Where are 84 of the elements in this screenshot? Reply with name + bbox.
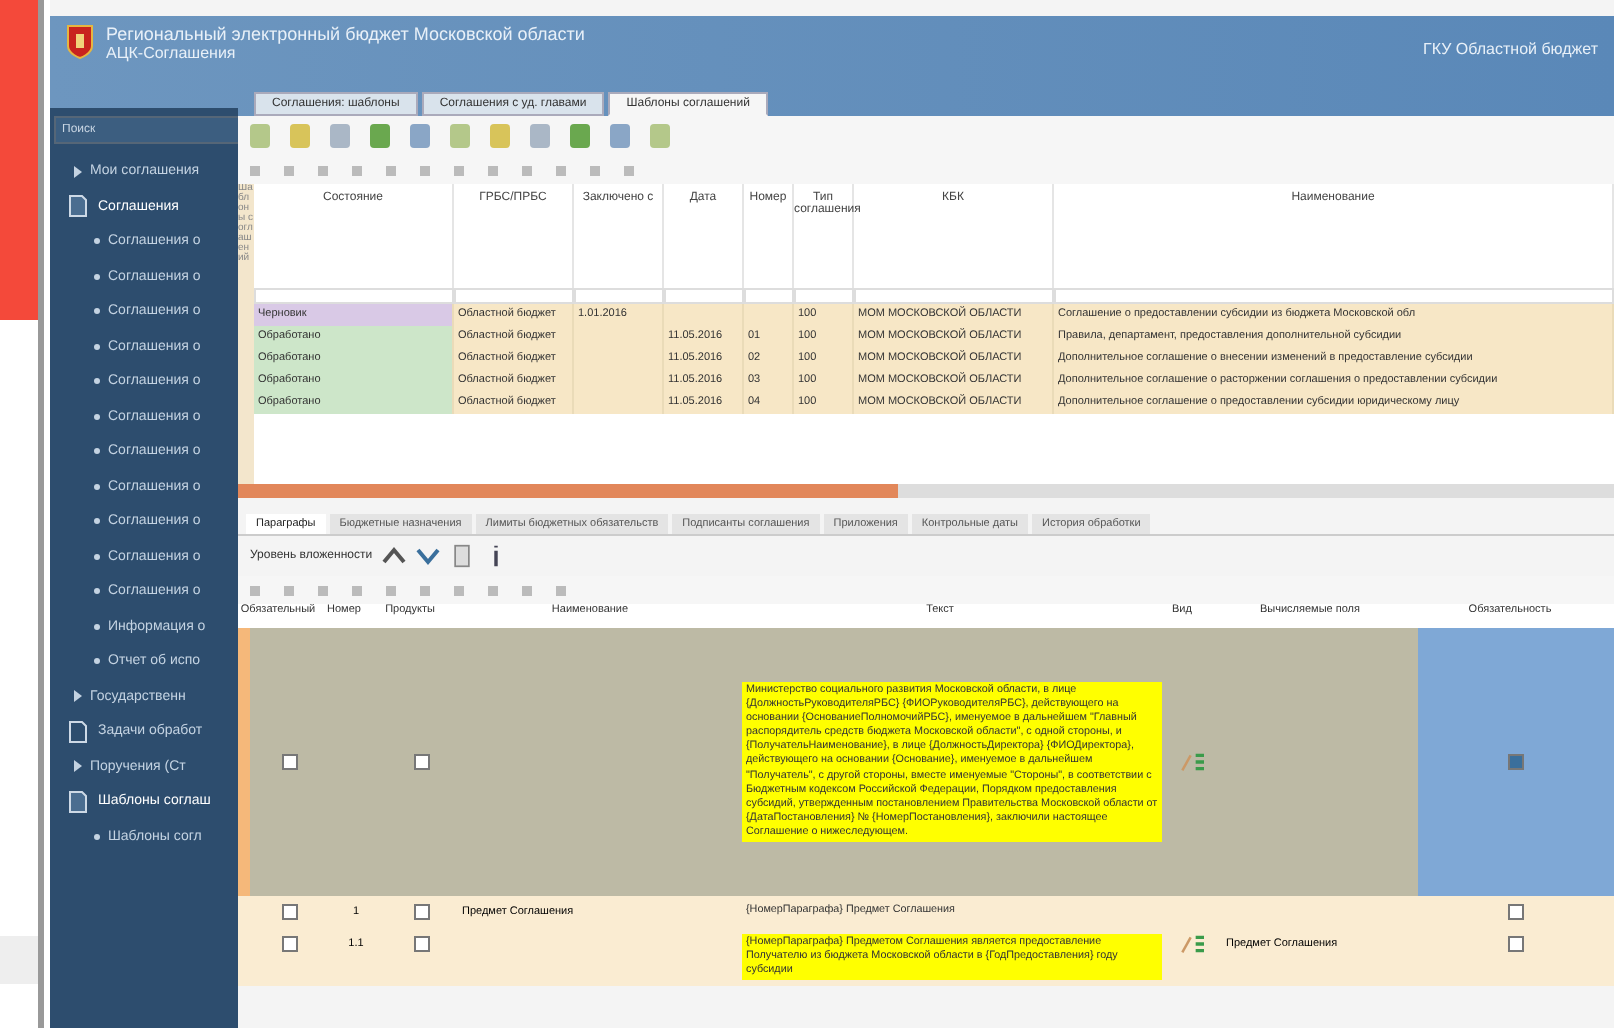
- filter-field[interactable]: [254, 288, 454, 304]
- bullet-icon: [94, 448, 100, 455]
- toolbar-icon[interactable]: [330, 124, 350, 148]
- table-row[interactable]: [238, 628, 1614, 896]
- document-icon: [66, 194, 90, 219]
- filter-field[interactable]: [854, 288, 1054, 304]
- bullet-icon: [94, 518, 100, 525]
- panel-block: [0, 936, 38, 984]
- app-title: Региональный электронный бюджет Московской области: [106, 24, 587, 44]
- filter-field[interactable]: [574, 288, 664, 304]
- toolbar-icon[interactable]: [556, 165, 566, 175]
- toolbar-icon[interactable]: [386, 585, 396, 595]
- filter-field[interactable]: [454, 288, 574, 304]
- checkbox[interactable]: [282, 936, 298, 952]
- toolbar-icon[interactable]: [488, 165, 498, 175]
- toolbar-icon[interactable]: [250, 165, 260, 175]
- toolbar-icon[interactable]: [650, 124, 670, 148]
- bullet-icon: [94, 553, 100, 560]
- toolbar-icon[interactable]: [290, 124, 310, 148]
- toolbar-icon[interactable]: [570, 124, 590, 148]
- expand-arrow-icon: [74, 165, 82, 178]
- toolbar-icon[interactable]: [250, 585, 260, 595]
- expand-arrow-icon: [74, 690, 82, 703]
- toolbar-icon[interactable]: [318, 165, 328, 175]
- toolbar-icon[interactable]: [488, 585, 498, 595]
- document-icon: [66, 719, 90, 744]
- checkbox[interactable]: [414, 936, 430, 952]
- toolbar-icon[interactable]: [556, 585, 566, 595]
- bullet-icon: [94, 308, 100, 315]
- toolbar-icon[interactable]: [410, 124, 430, 148]
- toolbar-icon[interactable]: [370, 124, 390, 148]
- edit-icon[interactable]: [1180, 752, 1208, 772]
- toolbar-icon[interactable]: [420, 585, 430, 595]
- checkbox[interactable]: [1508, 936, 1524, 952]
- bullet-icon: [94, 623, 100, 630]
- scroll-thumb[interactable]: [238, 484, 898, 498]
- toolbar-icon[interactable]: [420, 165, 430, 175]
- checkbox[interactable]: [414, 904, 430, 920]
- toolbar-icon[interactable]: [318, 585, 328, 595]
- filter-field[interactable]: [664, 288, 744, 304]
- filter-field[interactable]: [794, 288, 854, 304]
- toolbar-icon[interactable]: [522, 165, 532, 175]
- bullet-icon: [94, 588, 100, 595]
- document-icon: [66, 789, 90, 814]
- bullet-icon: [94, 238, 100, 245]
- toolbar-icon[interactable]: [250, 124, 270, 148]
- toolbar-icon[interactable]: [284, 165, 294, 175]
- toolbar-icon[interactable]: [522, 585, 532, 595]
- toolbar-icon[interactable]: [590, 165, 600, 175]
- table-cell: [574, 392, 664, 414]
- toolbar-icon[interactable]: [386, 165, 396, 175]
- document-icon[interactable]: [450, 544, 475, 568]
- edit-icon[interactable]: [1180, 934, 1208, 954]
- table-cell: [664, 304, 744, 326]
- toolbar-icon[interactable]: [450, 124, 470, 148]
- bullet-icon: [94, 658, 100, 665]
- bullet-icon: [94, 483, 100, 490]
- filter-field[interactable]: [744, 288, 794, 304]
- bullet-icon: [94, 378, 100, 385]
- toolbar-icon[interactable]: [490, 124, 510, 148]
- table-cell: [744, 304, 794, 326]
- toolbar-icon[interactable]: [530, 124, 550, 148]
- user-name: ГКУ Областной бюджет: [1423, 40, 1598, 58]
- toolbar-icon[interactable]: [454, 585, 464, 595]
- toolbar-icon[interactable]: [284, 585, 294, 595]
- checkbox[interactable]: [282, 754, 298, 770]
- checkbox[interactable]: [414, 754, 430, 770]
- checkbox[interactable]: [1508, 754, 1524, 770]
- toolbar-icon[interactable]: [454, 165, 464, 175]
- filter-field[interactable]: [1054, 288, 1614, 304]
- toolbar-icon[interactable]: [624, 165, 634, 175]
- app-subtitle: АЦК-Соглашения: [106, 44, 238, 62]
- toolbar-icon[interactable]: [610, 124, 630, 148]
- expand-arrow-icon: [74, 760, 82, 773]
- checkbox[interactable]: [1508, 904, 1524, 920]
- coat-of-arms-icon: [66, 24, 94, 60]
- toolbar-icon[interactable]: [352, 165, 362, 175]
- bullet-icon: [94, 343, 100, 350]
- bullet-icon: [94, 833, 100, 840]
- checkbox[interactable]: [282, 904, 298, 920]
- scrollbar[interactable]: [238, 484, 1614, 498]
- bullet-icon: [94, 413, 100, 420]
- toolbar-icon[interactable]: [352, 585, 362, 595]
- bullet-icon: [94, 273, 100, 280]
